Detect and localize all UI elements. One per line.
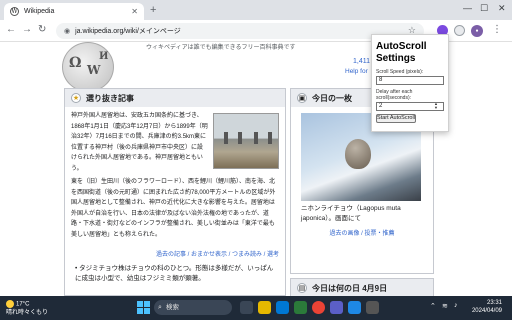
browser-menu-icon[interactable]: ⋮ [492,24,502,35]
on-this-day-header: ▤ 今日は何の日 4月9日 [291,279,433,296]
calendar-icon: ▤ [297,283,307,293]
clock-date: 2024/04/09 [471,308,502,314]
start-autoscroll-button[interactable]: Start AutoScroll [376,114,416,123]
delay-stepper-wrap: 2 ▲ ▼ [376,102,444,111]
ptarmigan-figure [345,139,371,169]
picture-footer-links[interactable]: 過去の画像 / 投票・推薦 [291,226,433,239]
browser-tab[interactable]: W Wikipedia ✕ [4,3,144,20]
taskbar-search-label: 検索 [166,304,179,311]
windows-start-icon[interactable] [137,301,150,314]
wifi-icon[interactable]: ≋ [442,302,448,310]
profile-avatar[interactable]: ● [471,25,483,37]
forward-icon[interactable]: → [22,24,32,35]
teams-icon[interactable] [330,301,343,314]
terminal-icon[interactable] [366,301,379,314]
picture-caption: ニホンライチョウ（Lagopus muta japonica）。画面にて [301,205,401,222]
autoscroll-title: AutoScroll Settings [376,41,427,64]
on-this-day-title: 今日は何の日 4月9日 [312,283,388,293]
clock-time: 23:31 [486,300,502,306]
reload-icon[interactable]: ↻ [38,24,46,35]
back-icon[interactable]: ← [6,24,16,35]
sun-cloud-icon [6,300,14,308]
article-count[interactable]: 1,411 [353,58,370,65]
wikipedia-favicon-icon: W [10,7,19,16]
featured-bullet-text[interactable]: タジミチョウ株はチョウの科のひとつ。形態は多様だが、いっぱんに成虫は小型で、幼虫… [75,265,273,282]
tray-chevron-icon[interactable]: ⌃ [430,302,436,310]
edge-icon[interactable] [276,301,289,314]
featured-article-header: ★ 選り抜き記事 [65,89,285,107]
system-clock[interactable]: 23:31 2024/04/09 [466,299,502,315]
windows-taskbar: 17°C 晴れ時々くもり ⌕ 検索 ⌃ ≋ ♪ 23:31 2024/04/09 [0,296,512,320]
featured-article-image[interactable] [213,113,279,169]
app-icon[interactable] [294,301,307,314]
close-window-icon[interactable]: ✕ [498,3,506,14]
extensions-puzzle-icon[interactable] [454,25,465,36]
scroll-speed-input[interactable]: 8 [376,76,444,85]
star-icon: ★ [71,93,81,103]
wikipedia-logo[interactable]: Ω W И [62,42,114,92]
new-tab-icon[interactable]: + [150,4,156,16]
volume-icon[interactable]: ♪ [454,302,458,309]
chrome-icon[interactable] [312,301,325,314]
site-info-icon[interactable]: ◉ [64,27,70,35]
scroll-speed-label: Scroll Speed (pixels): [376,69,424,75]
weather-desc: 晴れ時々くもり [6,309,49,316]
taskbar-search[interactable]: ⌕ 検索 [154,300,232,315]
featured-article-footer-links[interactable]: 過去の記事 / おまかせ表示 / つまみ読み / 選考 [65,247,285,260]
stepper-arrows-icon[interactable]: ▲ ▼ [434,102,438,110]
search-icon: ⌕ [158,304,162,311]
url-text: ja.wikipedia.org/wiki/メインページ [75,28,181,35]
weather-widget[interactable]: 17°C 晴れ時々くもり [6,300,48,317]
featured-list-item: • タジミチョウ株はチョウの科のひとつ。形態は多様だが、いっぱんに成虫は小型で、… [75,265,274,282]
featured-article-title: 選り抜き記事 [86,93,134,103]
file-explorer-icon[interactable] [258,301,271,314]
delay-label: Delay after each scroll(seconds): [376,89,413,101]
weather-temp: 17°C [16,301,30,308]
image-icon: ▣ [297,93,307,103]
vscode-icon[interactable] [348,301,361,314]
address-bar[interactable]: ◉ ja.wikipedia.org/wiki/メインページ ☆ [56,23,424,39]
tab-title: Wikipedia [24,8,55,15]
featured-article-paragraph-2: 東を（旧）生田川（後のフラワーロード）、西を鯉川（鯉川筋）、南を海、北を西国街道… [71,179,276,238]
minimize-icon[interactable]: — [463,3,472,13]
task-view-icon[interactable] [240,301,253,314]
close-tab-icon[interactable]: ✕ [131,7,138,16]
maximize-icon[interactable]: ☐ [480,3,488,14]
help-link[interactable]: Help for [345,68,368,75]
featured-article-box: ★ 選り抜き記事 神戸外国人居留地は、安政五カ国条約に基づき、1868年1月1日… [64,88,286,296]
featured-article-body: 神戸外国人居留地は、安政五カ国条約に基づき、1868年1月1日（慶応3年12月7… [65,107,285,247]
wiki-tagline: ウィキペディアは誰でも編集できるフリー百科事典です [146,45,296,51]
browser-tab-strip: W Wikipedia ✕ + — ☐ ✕ [0,0,512,20]
autoscroll-settings-popup: AutoScroll Settings Scroll Speed (pixels… [371,34,449,132]
on-this-day-box: ▤ 今日は何の日 4月9日 [290,278,434,296]
picture-title: 今日の一枚 [312,93,352,103]
